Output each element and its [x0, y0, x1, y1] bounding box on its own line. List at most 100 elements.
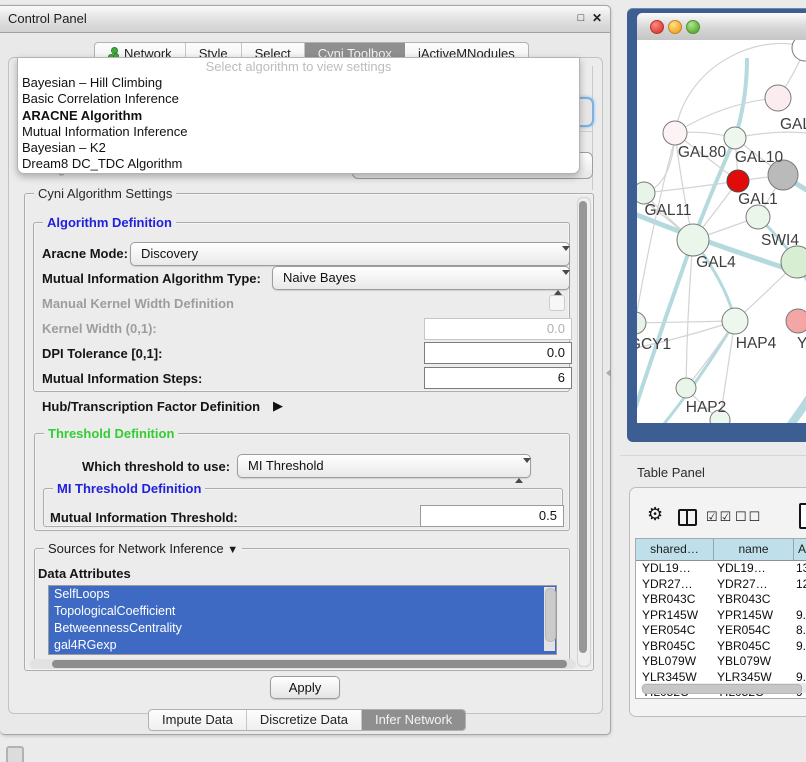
- node-SWI4[interactable]: [746, 205, 770, 229]
- settings-hscrollbar-thumb[interactable]: [52, 660, 567, 668]
- popup-placeholder: Select algorithm to view settings: [18, 59, 579, 75]
- data-attributes-list: SelfLoops TopologicalCoefficient Between…: [48, 585, 557, 655]
- collapsed-panel-icon[interactable]: [6, 746, 24, 762]
- close-icon[interactable]: ✕: [590, 10, 604, 26]
- node-gal-partial[interactable]: [765, 85, 791, 111]
- node-HAP4[interactable]: [722, 308, 748, 334]
- node-label-GAL80: GAL80: [678, 144, 727, 161]
- attribute-list-scrollbar-thumb[interactable]: [545, 588, 556, 642]
- popup-item-mutual-information[interactable]: Mutual Information Inference: [18, 124, 579, 140]
- mac-minimize-icon[interactable]: [668, 20, 682, 34]
- manual-kernel-label: Manual Kernel Width Definition: [42, 296, 234, 311]
- node-GAL11[interactable]: [637, 182, 655, 204]
- node-attribute-table: shared… name A YDL19…YDL19…13 YDR27…YDR2…: [635, 538, 806, 699]
- attribute-item-selfloops[interactable]: SelfLoops: [49, 586, 556, 603]
- mi-type-label: Mutual Information Algorithm Type:: [42, 271, 261, 286]
- hub-definition-label: Hub/Transcription Factor Definition: [42, 399, 260, 414]
- node-salmon[interactable]: [786, 309, 806, 333]
- restore-icon[interactable]: □: [574, 10, 588, 26]
- table-row[interactable]: YPR145WYPR145W9.: [636, 608, 806, 624]
- tab-discretize-data[interactable]: Discretize Data: [247, 710, 362, 730]
- node-label-gal-partial: GAL: [780, 116, 806, 133]
- algorithm-dropdown-popup: Select algorithm to view settings Bayesi…: [17, 57, 580, 174]
- node-unlabeled-top[interactable]: [792, 40, 806, 61]
- table-row[interactable]: YBL079WYBL079W: [636, 654, 806, 670]
- node-label-GCY1: GCY1: [637, 336, 671, 353]
- node-label-HAP4: HAP4: [736, 335, 777, 352]
- attribute-list-scrollbar[interactable]: [544, 587, 555, 651]
- kernel-width-field[interactable]: 0.0: [424, 318, 572, 340]
- stepper-arrows-icon[interactable]: [515, 460, 523, 482]
- node-GAL1-selected[interactable]: [727, 170, 749, 192]
- apply-button[interactable]: Apply: [270, 676, 340, 699]
- network-window-titlebar[interactable]: [637, 13, 806, 41]
- node-GAL80[interactable]: [663, 121, 687, 145]
- column-header-name[interactable]: name: [714, 539, 794, 560]
- table-hscrollbar[interactable]: [641, 683, 806, 693]
- control-panel-titlebar[interactable]: Control Panel □ ✕: [0, 6, 610, 33]
- popup-item-dream8[interactable]: Dream8 DC_TDC Algorithm: [18, 156, 579, 172]
- table-hscrollbar-thumb[interactable]: [642, 684, 802, 694]
- mac-close-icon[interactable]: [650, 20, 664, 34]
- data-attributes-label: Data Attributes: [38, 566, 131, 581]
- table-row[interactable]: YER054CYER054C8.: [636, 623, 806, 639]
- node-label-GAL10: GAL10: [735, 149, 784, 166]
- table-header-row: shared… name A: [636, 539, 806, 561]
- settings-scrollbar[interactable]: [577, 197, 591, 667]
- gear-icon[interactable]: ⚙: [647, 504, 663, 525]
- tab-infer-network[interactable]: Infer Network: [362, 710, 465, 730]
- node-GAL4[interactable]: [677, 224, 709, 256]
- attribute-item-topologicalcoefficient[interactable]: TopologicalCoefficient: [49, 603, 556, 620]
- popup-item-basic-correlation[interactable]: Basic Correlation Inference: [18, 91, 579, 107]
- network-canvas[interactable]: GAL80 GAL10 GAL1 GAL11 GAL4 SWI4 GCY1 HA…: [637, 40, 806, 423]
- manual-kernel-checkbox[interactable]: [549, 295, 565, 311]
- mi-algorithm-type-combobox[interactable]: Naive Bayes: [272, 266, 570, 290]
- network-graph: GAL80 GAL10 GAL1 GAL11 GAL4 SWI4 GCY1 HA…: [637, 40, 806, 423]
- node-label-y-partial: Y: [797, 335, 806, 352]
- mi-threshold-field[interactable]: 0.5: [420, 505, 564, 527]
- popup-item-bayesian-hill-climbing[interactable]: Bayesian – Hill Climbing: [18, 75, 579, 91]
- select-all-checkboxes-icon[interactable]: ☑☑: [706, 509, 733, 525]
- which-threshold-combobox[interactable]: MI Threshold: [237, 454, 531, 478]
- document-icon[interactable]: [799, 503, 806, 529]
- mi-steps-label: Mutual Information Steps:: [42, 371, 202, 386]
- attribute-item-betweennesscentrality[interactable]: BetweennessCentrality: [49, 620, 556, 637]
- attribute-item-gal4rgexp[interactable]: gal4RGexp: [49, 637, 556, 654]
- network-view-window[interactable]: GAL80 GAL10 GAL1 GAL11 GAL4 SWI4 GCY1 HA…: [627, 8, 806, 442]
- popup-item-bayesian-k2[interactable]: Bayesian – K2: [18, 140, 579, 156]
- panel-divider-handle[interactable]: [606, 369, 611, 377]
- table-row[interactable]: YDL19…YDL19…13: [636, 561, 806, 577]
- table-row[interactable]: YBR045CYBR045C9.: [636, 639, 806, 655]
- node-label-GAL1: GAL1: [738, 191, 778, 208]
- deselect-all-checkboxes-icon[interactable]: ☐☐: [735, 509, 762, 525]
- stepper-arrows-icon[interactable]: [554, 272, 562, 294]
- node-label-GAL4: GAL4: [696, 254, 736, 271]
- table-panel: ⚙ ☑☑ ☐☐ shared… name A YDL19…YDL19…13 YD…: [629, 487, 806, 717]
- mi-steps-field[interactable]: 6: [424, 367, 572, 389]
- node-GAL10[interactable]: [724, 127, 746, 149]
- dpi-tolerance-field[interactable]: 0.0: [424, 342, 572, 364]
- node-label-GAL11: GAL11: [644, 202, 691, 219]
- column-header-shared-name[interactable]: shared…: [636, 539, 714, 560]
- table-row[interactable]: YBR043CYBR043C: [636, 592, 806, 608]
- kernel-width-label: Kernel Width (0,1):: [42, 321, 157, 336]
- table-panel-title: Table Panel: [637, 465, 705, 480]
- node-big-green[interactable]: [781, 246, 806, 278]
- node-HAP2[interactable]: [676, 378, 696, 398]
- aracne-mode-combobox[interactable]: Discovery: [130, 242, 570, 266]
- bottom-tab-bar: Impute Data Discretize Data Infer Networ…: [148, 709, 466, 731]
- settings-scrollbar-thumb[interactable]: [579, 201, 587, 653]
- collapse-arrow-icon[interactable]: ▼: [227, 544, 238, 556]
- tab-impute-data[interactable]: Impute Data: [149, 710, 247, 730]
- aracne-mode-label: Aracne Mode:: [42, 246, 128, 261]
- expander-arrow-icon[interactable]: ▶: [273, 398, 283, 414]
- node-label-SWI4: SWI4: [761, 232, 799, 249]
- popup-item-aracne[interactable]: ARACNE Algorithm: [18, 108, 579, 124]
- mac-zoom-icon[interactable]: [686, 20, 700, 34]
- table-row[interactable]: YDR27…YDR27…12: [636, 577, 806, 593]
- column-header-partial[interactable]: A: [794, 539, 806, 560]
- columns-icon[interactable]: [678, 509, 697, 526]
- section-divider: [620, 455, 806, 456]
- node-GCY1[interactable]: [637, 312, 646, 334]
- settings-hscrollbar[interactable]: [30, 659, 576, 669]
